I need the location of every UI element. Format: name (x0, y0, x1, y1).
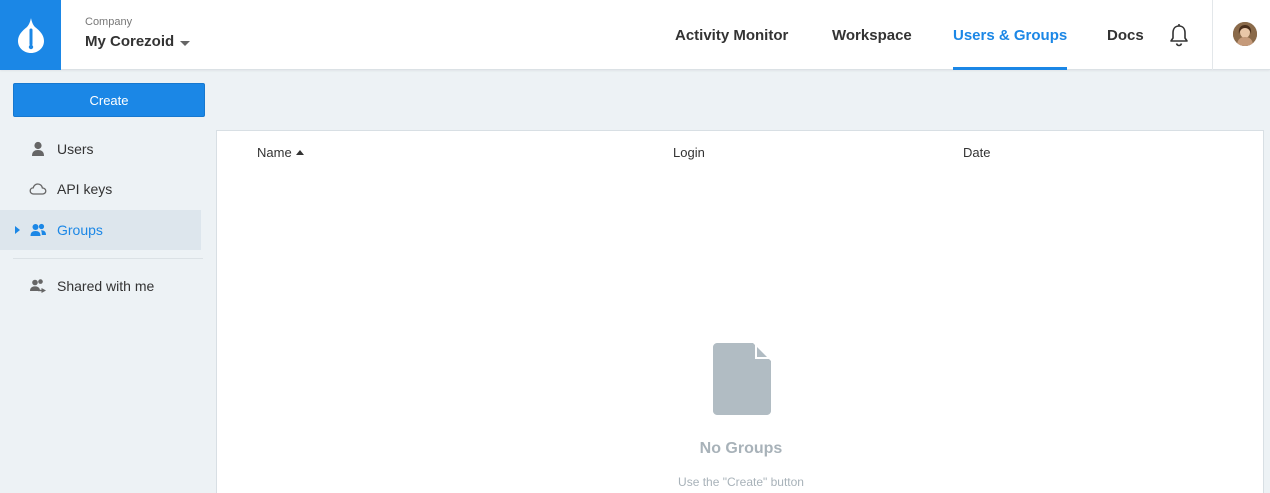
drop-logo-icon (17, 18, 44, 53)
column-header-name[interactable]: Name (257, 145, 304, 161)
company-dropdown[interactable]: My Corezoid (85, 32, 191, 52)
create-button[interactable]: Create (13, 83, 205, 117)
sidebar-item-label: Shared with me (57, 278, 155, 294)
nav-users-groups[interactable]: Users & Groups (953, 0, 1068, 70)
corezoid-logo[interactable] (0, 0, 61, 70)
user-icon (29, 141, 47, 157)
column-header-label: Name (257, 145, 292, 160)
nav-docs[interactable]: Docs (1107, 0, 1144, 70)
top-bar: Company My Corezoid Activity Monitor Wor… (0, 0, 1270, 70)
company-label: Company (85, 16, 133, 28)
sidebar-item-label: Users (57, 141, 94, 157)
sidebar-item-label: API keys (57, 181, 113, 197)
group-icon (29, 222, 47, 238)
sidebar-item-api-keys[interactable]: API keys (0, 169, 201, 209)
notifications-bell-icon[interactable] (1168, 23, 1190, 47)
chevron-down-icon (180, 40, 191, 46)
column-header-login[interactable]: Login (673, 145, 705, 161)
sidebar-item-users[interactable]: Users (0, 129, 201, 169)
cloud-icon (29, 181, 47, 197)
groups-table-panel: Name Login Date No Groups Use the "Creat… (216, 130, 1264, 493)
sidebar-item-groups[interactable]: Groups (0, 210, 201, 250)
column-header-date[interactable]: Date (963, 145, 990, 161)
empty-document-icon (713, 343, 771, 415)
sidebar-divider (13, 258, 203, 259)
nav-activity-monitor[interactable]: Activity Monitor (675, 0, 788, 70)
nav-workspace[interactable]: Workspace (832, 0, 912, 70)
sort-ascending-icon (295, 150, 304, 155)
active-arrow-icon (15, 226, 20, 234)
empty-state-hint: Use the "Create" button (678, 475, 804, 489)
header-divider (1212, 0, 1213, 70)
sidebar-item-label: Groups (57, 222, 103, 238)
company-name: My Corezoid (85, 33, 175, 50)
sidebar-item-shared-with-me[interactable]: Shared with me (0, 266, 201, 306)
company-switcher: Company My Corezoid (85, 15, 191, 52)
empty-state-title: No Groups (699, 440, 783, 457)
user-avatar[interactable] (1233, 22, 1257, 46)
shared-icon (29, 278, 47, 294)
